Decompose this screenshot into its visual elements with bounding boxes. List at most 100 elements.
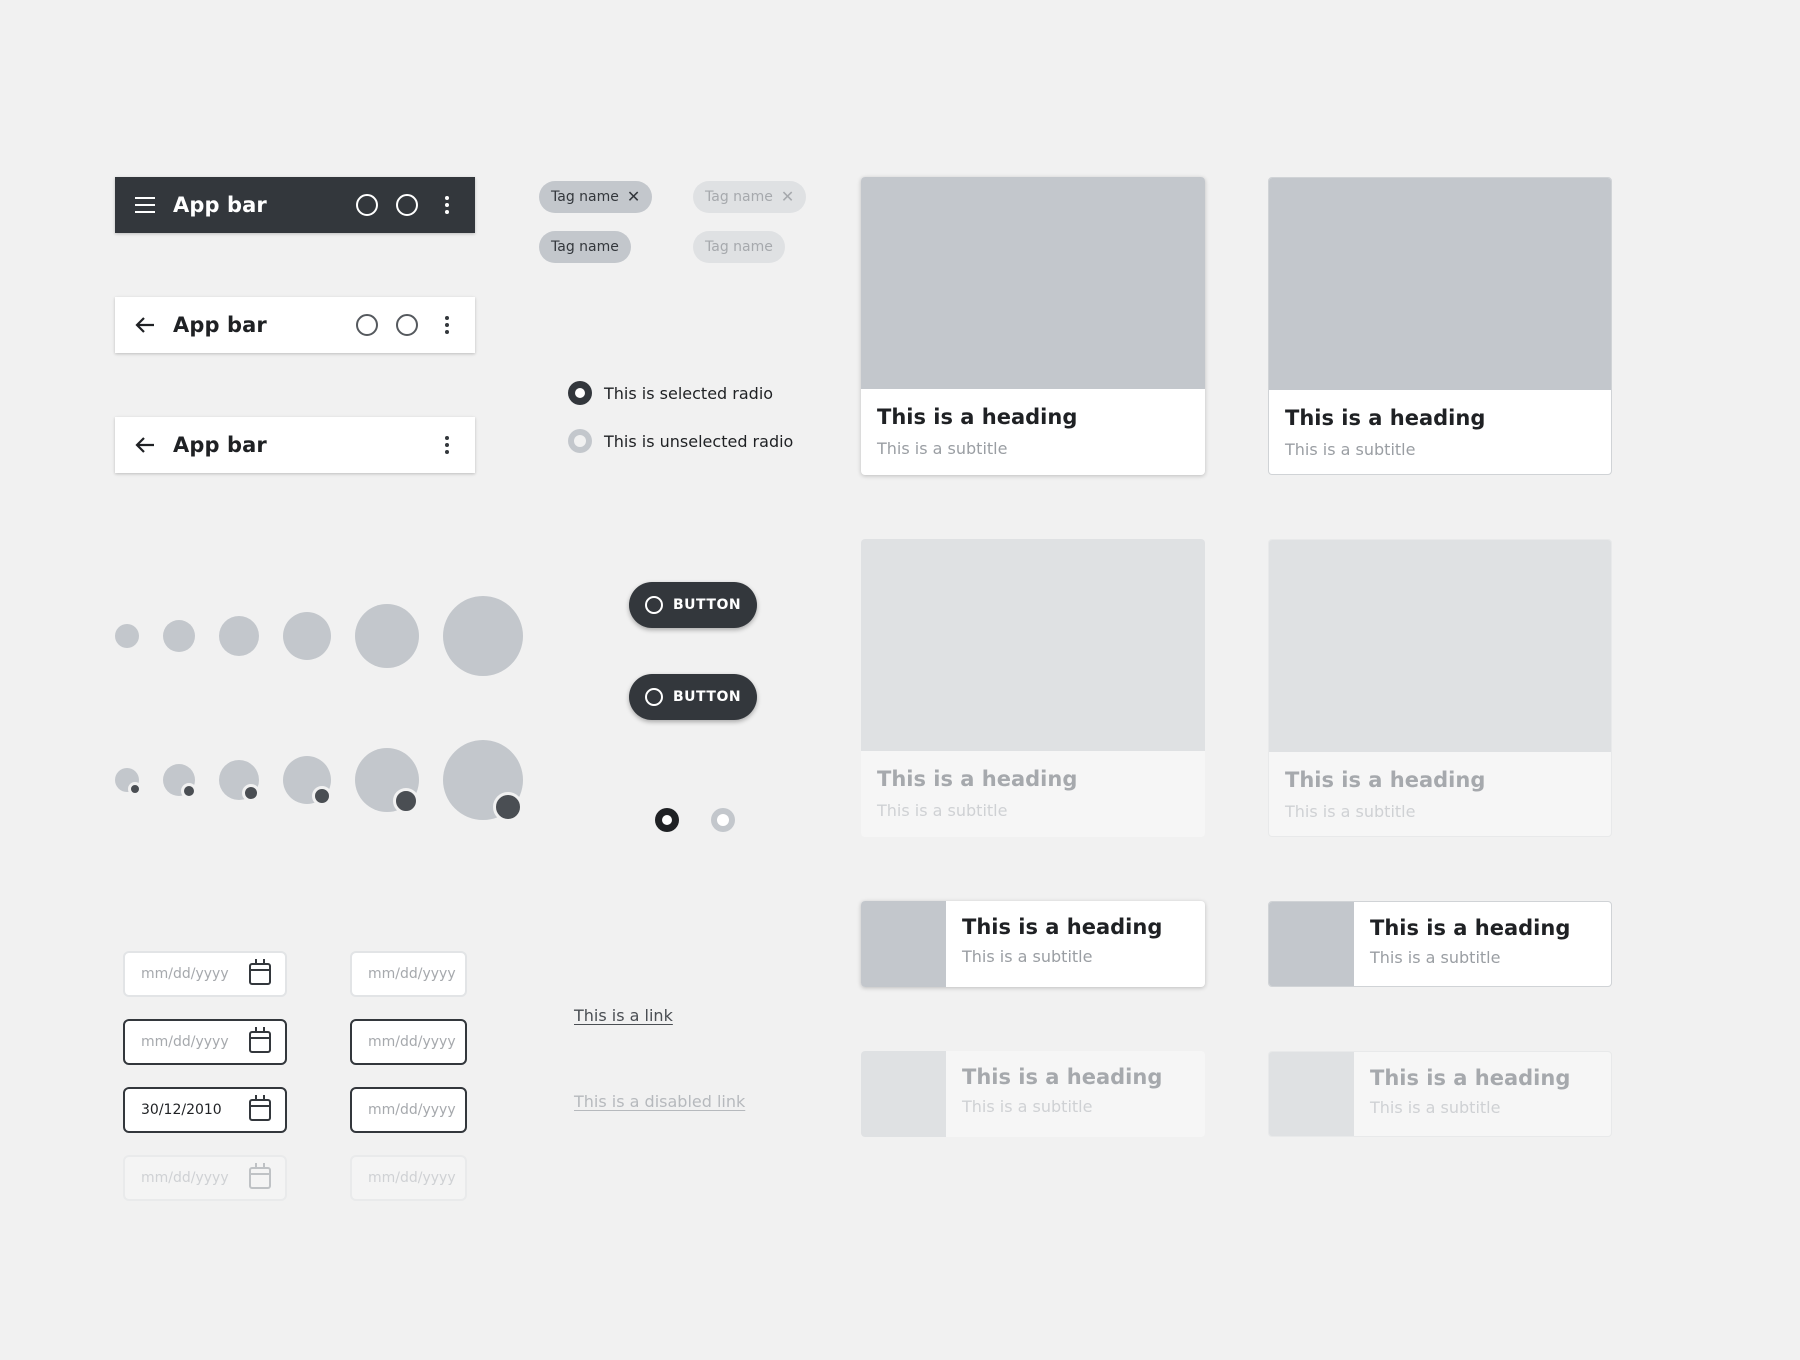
tag-label: Tag name xyxy=(705,239,773,255)
radio-selected[interactable]: This is selected radio xyxy=(568,381,773,405)
more-vert-icon[interactable] xyxy=(435,433,459,457)
card-subtitle: This is a subtitle xyxy=(962,947,1093,966)
status-dot-icon xyxy=(493,792,523,822)
card-subtitle: This is a subtitle xyxy=(962,1097,1093,1116)
card-heading: This is a heading xyxy=(1370,1066,1571,1090)
date-input-focused[interactable]: mm/dd/yyyy xyxy=(350,1087,467,1133)
date-placeholder: mm/dd/yyyy xyxy=(368,1170,456,1186)
list-card[interactable]: This is a heading This is a subtitle xyxy=(861,901,1205,987)
arrow-back-icon[interactable] xyxy=(131,431,159,459)
tag-removable[interactable]: Tag name ✕ xyxy=(539,181,653,213)
media-card-outlined[interactable]: This is a heading This is a subtitle xyxy=(1268,177,1612,475)
more-vert-icon[interactable] xyxy=(435,313,459,337)
circle-icon xyxy=(645,688,663,706)
app-bar-title: App bar xyxy=(173,313,267,337)
tag[interactable]: Tag name xyxy=(539,231,631,263)
more-vert-icon[interactable] xyxy=(435,193,459,217)
card-heading: This is a heading xyxy=(962,915,1163,939)
card-thumbnail-placeholder xyxy=(861,1051,946,1137)
card-image-placeholder xyxy=(1269,178,1611,390)
media-card-outlined-disabled: This is a heading This is a subtitle xyxy=(1268,539,1612,837)
tag-label: Tag name xyxy=(705,189,773,205)
card-subtitle: This is a subtitle xyxy=(1370,1098,1501,1117)
date-input-with-calendar-focused[interactable]: mm/dd/yyyy xyxy=(123,1019,287,1065)
circle-icon[interactable] xyxy=(355,313,379,337)
circle-icon[interactable] xyxy=(395,313,419,337)
calendar-icon[interactable] xyxy=(249,1027,271,1053)
date-value: 30/12/2010 xyxy=(141,1102,222,1118)
date-input-with-calendar-disabled: mm/dd/yyyy xyxy=(123,1155,287,1201)
avatar xyxy=(443,596,523,676)
tag-label: Tag name xyxy=(551,189,619,205)
circle-icon[interactable] xyxy=(355,193,379,217)
avatar xyxy=(283,612,331,660)
radio-unselected-icon[interactable] xyxy=(568,429,592,453)
button-label: BUTTON xyxy=(673,597,742,613)
date-input-focused[interactable]: mm/dd/yyyy xyxy=(350,1019,467,1065)
radio-selected-icon[interactable] xyxy=(568,381,592,405)
card-image-placeholder xyxy=(1269,540,1611,752)
circle-icon[interactable] xyxy=(395,193,419,217)
pagination-dot[interactable] xyxy=(711,808,735,832)
primary-button[interactable]: BUTTON xyxy=(629,674,758,720)
pagination-dot-active[interactable] xyxy=(655,808,679,832)
date-input-disabled: mm/dd/yyyy xyxy=(350,1155,467,1201)
app-bar-title: App bar xyxy=(173,433,267,457)
avatar xyxy=(355,604,419,668)
status-dot-icon xyxy=(181,783,197,799)
card-heading: This is a heading xyxy=(1370,916,1571,940)
media-card[interactable]: This is a heading This is a subtitle xyxy=(861,177,1205,475)
list-card-outlined[interactable]: This is a heading This is a subtitle xyxy=(1268,901,1612,987)
status-dot-icon xyxy=(312,786,332,806)
status-dot-icon xyxy=(128,782,142,796)
date-placeholder: mm/dd/yyyy xyxy=(141,1034,229,1050)
card-thumbnail-placeholder xyxy=(1269,902,1354,986)
card-subtitle: This is a subtitle xyxy=(1285,802,1416,821)
tag-label: Tag name xyxy=(551,239,619,255)
card-heading: This is a heading xyxy=(1285,406,1486,430)
card-heading: This is a heading xyxy=(1285,768,1486,792)
card-subtitle: This is a subtitle xyxy=(1370,948,1501,967)
text-link-disabled: This is a disabled link xyxy=(574,1092,746,1111)
circle-icon xyxy=(645,596,663,614)
avatar xyxy=(115,624,139,648)
list-card-outlined-disabled: This is a heading This is a subtitle xyxy=(1268,1051,1612,1137)
date-placeholder: mm/dd/yyyy xyxy=(368,1102,456,1118)
button-label: BUTTON xyxy=(673,689,742,705)
date-input-with-calendar[interactable]: mm/dd/yyyy xyxy=(123,951,287,997)
date-placeholder: mm/dd/yyyy xyxy=(368,1034,456,1050)
app-bar-title: App bar xyxy=(173,193,267,217)
menu-icon[interactable] xyxy=(131,191,159,219)
card-image-placeholder xyxy=(861,539,1205,751)
app-bar-light-simple: App bar xyxy=(115,417,475,473)
date-placeholder: mm/dd/yyyy xyxy=(141,1170,229,1186)
app-bar-dark: App bar xyxy=(115,177,475,233)
arrow-back-icon[interactable] xyxy=(131,311,159,339)
card-thumbnail-placeholder xyxy=(1269,1052,1354,1136)
close-icon[interactable]: ✕ xyxy=(627,189,640,205)
app-bar-light: App bar xyxy=(115,297,475,353)
status-dot-icon xyxy=(242,784,260,802)
radio-unselected[interactable]: This is unselected radio xyxy=(568,429,793,453)
card-subtitle: This is a subtitle xyxy=(1285,440,1416,459)
calendar-icon[interactable] xyxy=(249,1095,271,1121)
primary-button[interactable]: BUTTON xyxy=(629,582,758,628)
calendar-icon[interactable] xyxy=(249,959,271,985)
card-heading: This is a heading xyxy=(962,1065,1163,1089)
text-link[interactable]: This is a link xyxy=(574,1006,673,1025)
tag-removable-disabled: Tag name ✕ xyxy=(693,181,807,213)
radio-label: This is selected radio xyxy=(604,383,774,403)
radio-label: This is unselected radio xyxy=(604,431,794,451)
status-dot-icon xyxy=(393,788,419,814)
media-card-disabled: This is a heading This is a subtitle xyxy=(861,539,1205,837)
card-subtitle: This is a subtitle xyxy=(877,801,1008,820)
date-input-with-calendar-filled[interactable]: 30/12/2010 xyxy=(123,1087,287,1133)
card-image-placeholder xyxy=(861,177,1205,389)
avatar xyxy=(163,620,195,652)
date-input[interactable]: mm/dd/yyyy xyxy=(350,951,467,997)
close-icon: ✕ xyxy=(780,187,795,206)
tag-disabled: Tag name xyxy=(693,231,785,263)
calendar-icon xyxy=(249,1163,271,1189)
card-subtitle: This is a subtitle xyxy=(877,439,1008,458)
date-placeholder: mm/dd/yyyy xyxy=(368,966,456,982)
